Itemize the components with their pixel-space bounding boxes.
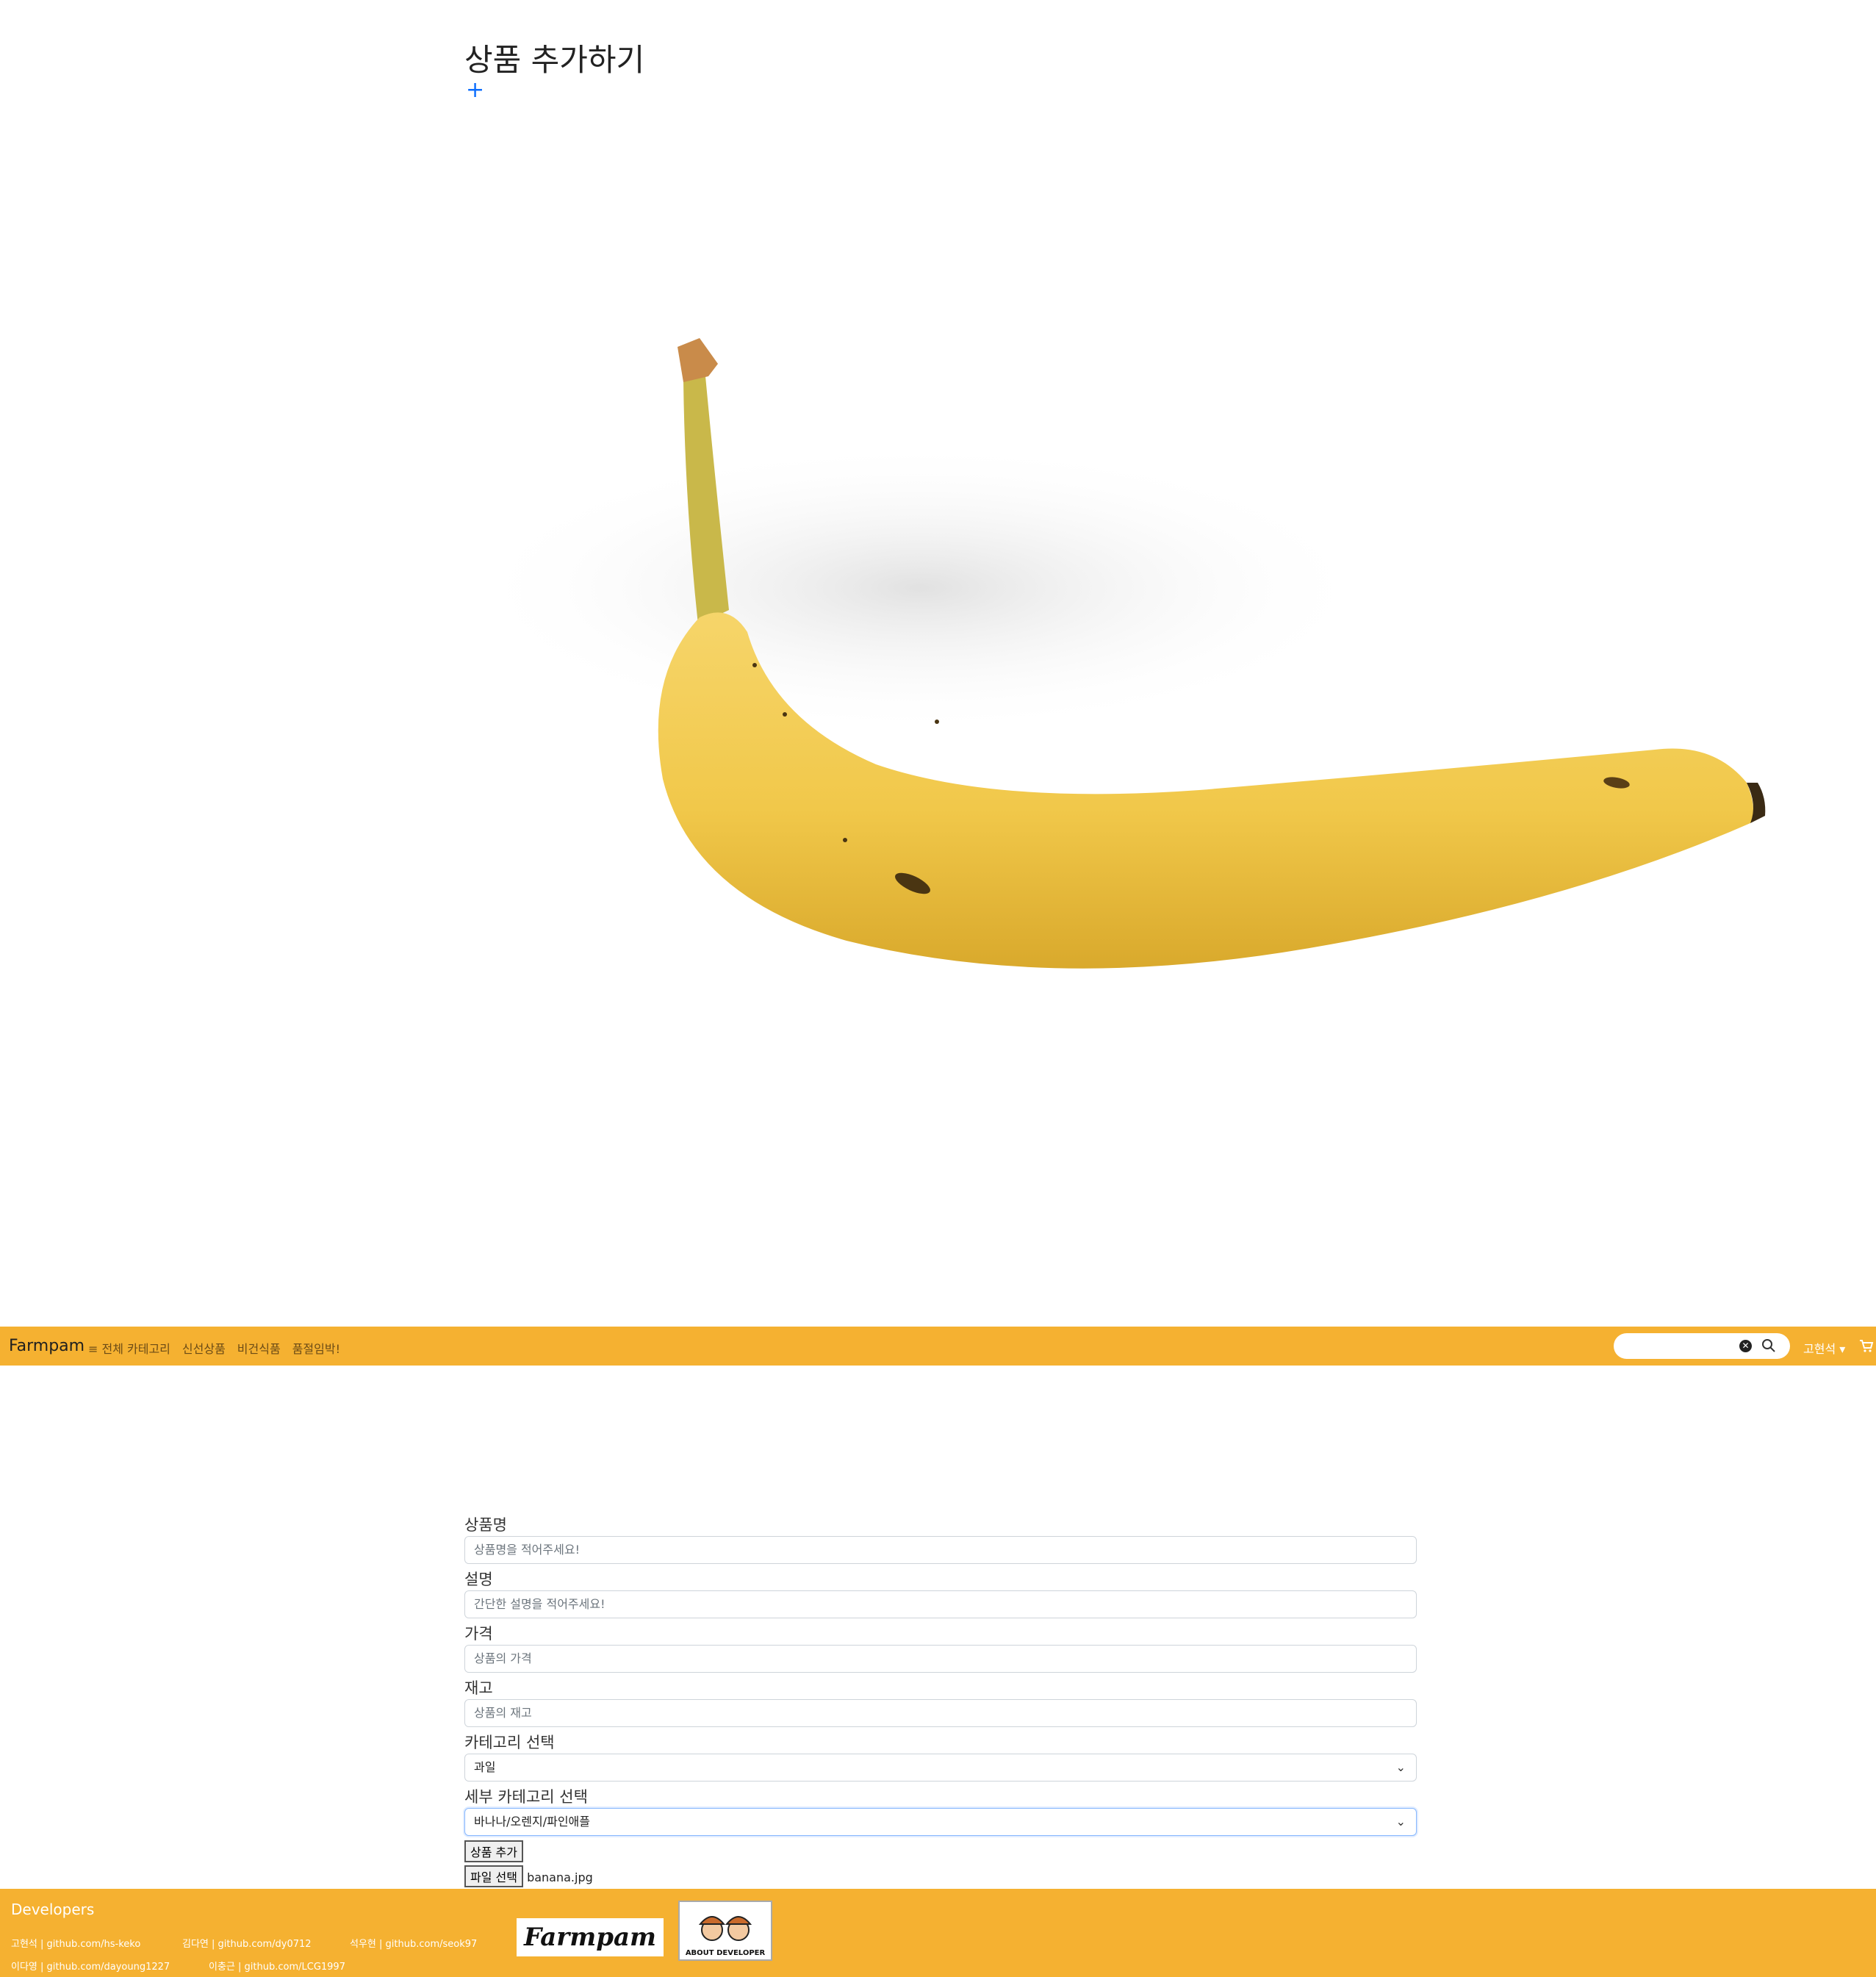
- file-name: banana.jpg: [527, 1870, 593, 1884]
- search-icon[interactable]: [1761, 1338, 1777, 1354]
- submit-row: 상품 추가: [464, 1840, 1417, 1862]
- description-input[interactable]: 간단한 설명을 적어주세요!: [464, 1590, 1417, 1618]
- product-form: 상품명 상품명을 적어주세요! 설명 간단한 설명을 적어주세요! 가격 상품의…: [464, 1514, 1417, 1887]
- category-label: 카테고리 선택: [464, 1734, 555, 1751]
- file-row: 파일 선택 banana.jpg: [464, 1865, 1417, 1887]
- price-input[interactable]: 상품의 가격: [464, 1645, 1417, 1673]
- clear-icon[interactable]: ✕: [1739, 1340, 1752, 1352]
- brand-logo[interactable]: Farmpam: [9, 1337, 85, 1355]
- dev-credit: 김다연 | github.com/dy0712: [182, 1939, 312, 1950]
- user-menu[interactable]: 고현석 ▾: [1803, 1339, 1845, 1357]
- chevron-down-icon: ⌄: [1395, 1815, 1406, 1829]
- product-name-input[interactable]: 상품명을 적어주세요!: [464, 1536, 1417, 1564]
- nav-soldout-soon[interactable]: 품절임박!: [292, 1339, 340, 1357]
- footer-title: Developers: [11, 1901, 95, 1918]
- dev-credit: 이충근 | github.com/LCG1997: [209, 1962, 345, 1973]
- chevron-down-icon: ⌄: [1395, 1760, 1406, 1774]
- subcategory-value: 바나나/오렌지/파인애플: [474, 1815, 590, 1829]
- footer-logo[interactable]: Farmpam: [517, 1918, 664, 1956]
- subcategory-label: 세부 카테고리 선택: [464, 1788, 588, 1806]
- about-developer-label: ABOUT DEVELOPER: [685, 1949, 766, 1957]
- about-developer-link[interactable]: ABOUT DEVELOPER: [678, 1901, 772, 1961]
- page-title: 상품 추가하기: [464, 42, 645, 78]
- stock-label: 재고: [464, 1679, 493, 1697]
- cart-icon[interactable]: [1859, 1338, 1874, 1353]
- add-product-button[interactable]: 상품 추가: [464, 1840, 523, 1862]
- search-input[interactable]: ✕: [1614, 1333, 1790, 1359]
- top-navbar: Farmpam ≡ 전체 카테고리 신선상품 비건식품 품절임박! ✕ 고현석 …: [0, 1327, 1876, 1366]
- category-value: 과일: [474, 1760, 496, 1774]
- nav-links: ≡ 전체 카테고리 신선상품 비건식품 품절임박!: [88, 1339, 340, 1357]
- footer: Developers 고현석 | github.com/hs-keko 김다연 …: [0, 1889, 1876, 1977]
- add-image-button[interactable]: +: [466, 79, 484, 101]
- product-image-preview: [464, 338, 1766, 969]
- nav-vegan[interactable]: 비건식품: [237, 1339, 281, 1357]
- developers-icon: [698, 1916, 752, 1941]
- stock-input[interactable]: 상품의 재고: [464, 1699, 1417, 1727]
- name-label: 상품명: [464, 1516, 507, 1534]
- subcategory-select[interactable]: 바나나/오렌지/파인애플 ⌄: [464, 1808, 1417, 1836]
- file-select-button[interactable]: 파일 선택: [464, 1865, 523, 1887]
- category-select[interactable]: 과일 ⌄: [464, 1754, 1417, 1782]
- dev-credit: 고현석 | github.com/hs-keko: [11, 1939, 141, 1950]
- dev-credit: 이다영 | github.com/dayoung1227: [11, 1962, 170, 1973]
- desc-label: 설명: [464, 1571, 493, 1588]
- dev-credit: 석우현 | github.com/seok97: [350, 1939, 478, 1950]
- nav-all-categories[interactable]: ≡ 전체 카테고리: [88, 1339, 170, 1357]
- price-label: 가격: [464, 1625, 493, 1643]
- nav-fresh[interactable]: 신선상품: [182, 1339, 226, 1357]
